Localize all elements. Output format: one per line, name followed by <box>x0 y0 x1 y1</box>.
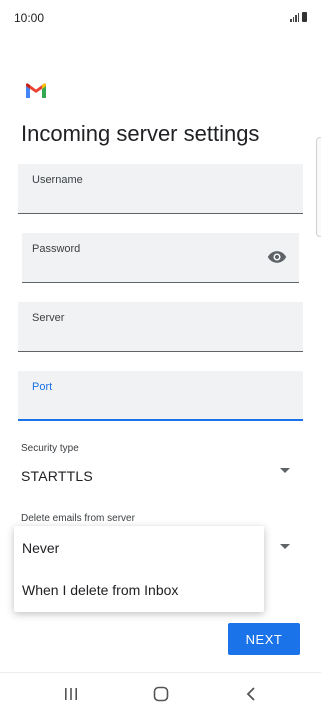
eye-icon[interactable] <box>267 249 287 265</box>
server-label: Server <box>32 312 65 324</box>
home-icon <box>153 686 169 702</box>
back-icon <box>246 687 255 701</box>
signal-icon <box>290 12 299 22</box>
server-field[interactable]: Server <box>18 302 303 352</box>
page-title: Incoming server settings <box>21 121 260 146</box>
password-field[interactable]: Password <box>22 233 299 283</box>
port-label: Port <box>32 381 53 393</box>
port-field[interactable]: Port <box>18 371 303 421</box>
menu-option-never[interactable]: Never <box>22 540 59 556</box>
status-icons <box>290 12 307 22</box>
username-field[interactable]: Username <box>18 164 303 214</box>
password-label: Password <box>32 243 81 255</box>
recents-button[interactable] <box>56 683 86 705</box>
gmail-logo <box>26 83 46 98</box>
home-button[interactable] <box>146 683 176 705</box>
menu-option-when-delete-from-inbox[interactable]: When I delete from Inbox <box>22 582 178 598</box>
security-dropdown-arrow-icon[interactable] <box>280 468 290 473</box>
delete-dropdown-arrow-icon[interactable] <box>280 544 290 549</box>
recents-icon <box>65 688 77 700</box>
security-type-label: Security type <box>21 443 79 454</box>
back-button[interactable] <box>236 683 266 705</box>
next-button[interactable]: NEXT <box>228 623 300 655</box>
security-type-value[interactable]: STARTTLS <box>21 468 93 484</box>
username-label: Username <box>32 174 83 186</box>
delete-emails-label: Delete emails from server <box>21 513 135 524</box>
status-time: 10:00 <box>14 11 45 25</box>
status-bar: 10:00 <box>0 0 321 36</box>
battery-icon <box>302 12 307 22</box>
scroll-indicator[interactable] <box>316 137 321 237</box>
delete-emails-menu: Never When I delete from Inbox <box>14 526 264 612</box>
navigation-bar <box>0 672 321 714</box>
